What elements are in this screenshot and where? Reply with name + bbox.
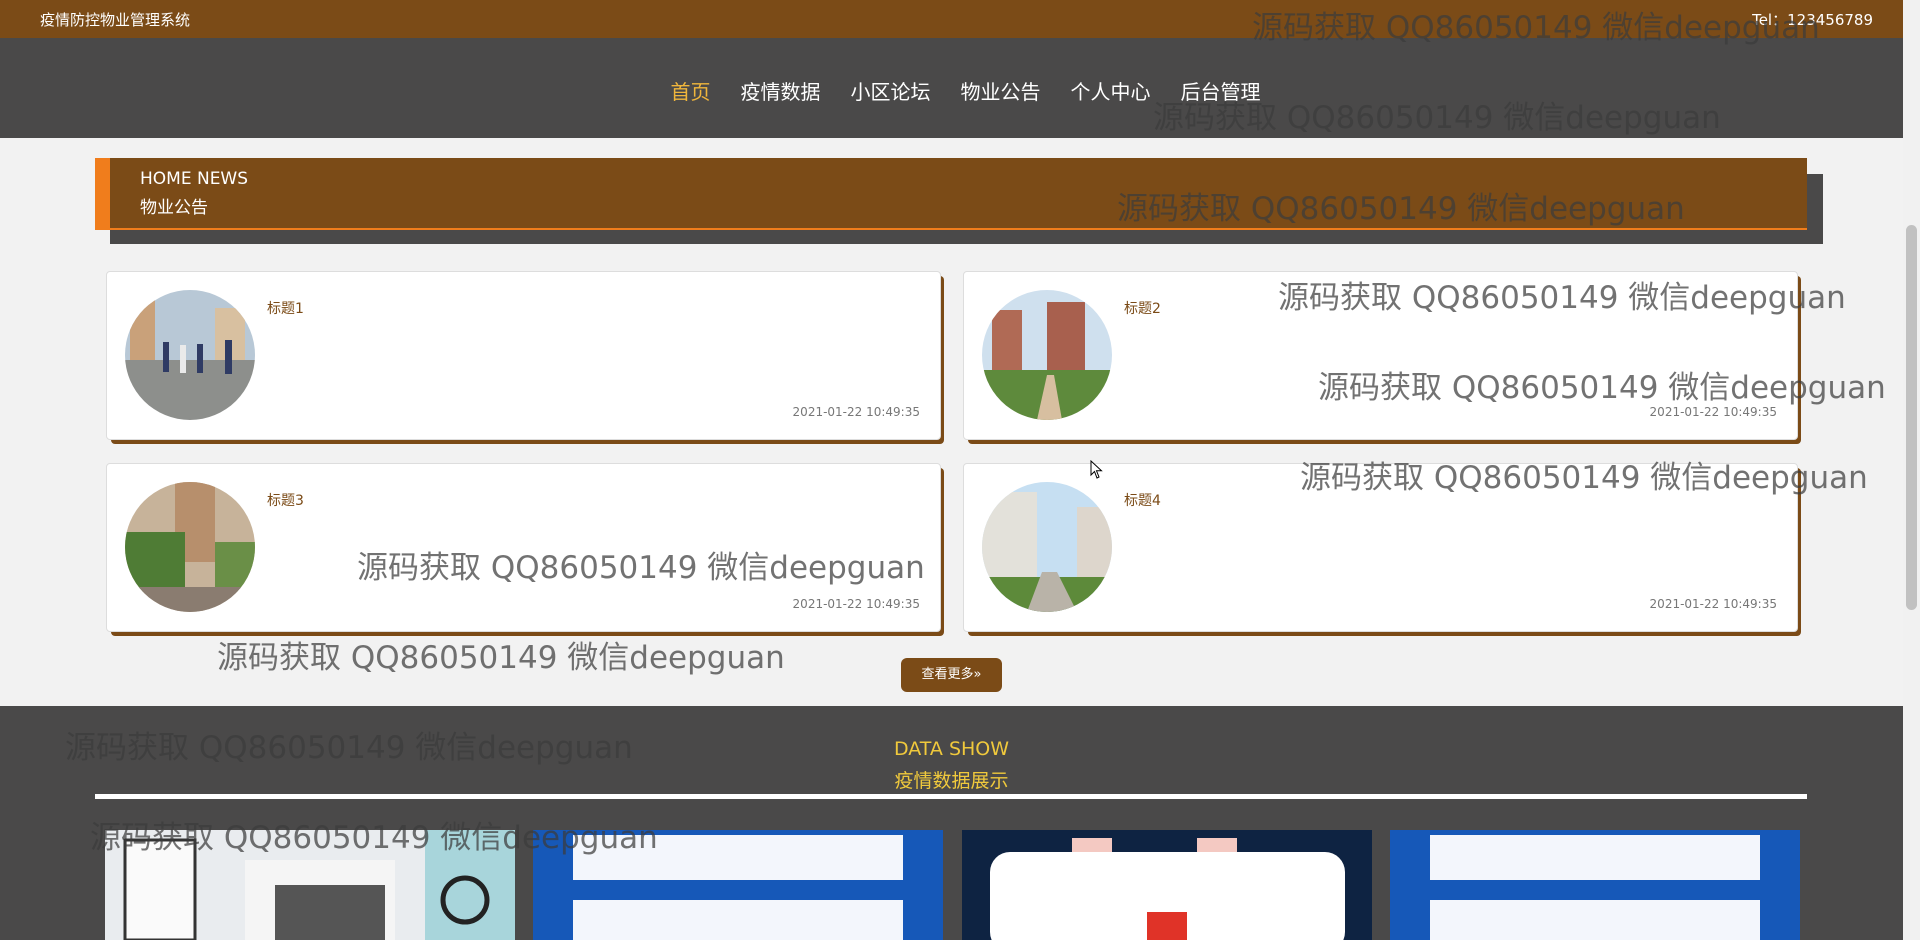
- scrollbar-thumb[interactable]: [1906, 225, 1917, 610]
- news-card[interactable]: 标题3 2021-01-22 10:49:35: [106, 463, 941, 632]
- news-title[interactable]: 标题1: [267, 298, 304, 318]
- page-scrollbar[interactable]: [1903, 0, 1920, 940]
- nav-home[interactable]: 首页: [656, 76, 726, 105]
- watermark-text: 源码获取 QQ86050149 微信deepguan: [217, 640, 785, 676]
- nav-profile[interactable]: 个人中心: [1056, 76, 1166, 105]
- data-show-title-cn: 疫情数据展示: [894, 770, 1009, 792]
- data-tile-image[interactable]: [533, 830, 943, 940]
- section-title-cn: 物业公告: [140, 198, 208, 218]
- news-title[interactable]: 标题2: [1124, 298, 1161, 318]
- site-title: 疫情防控物业管理系统: [40, 11, 191, 29]
- news-date: 2021-01-22 10:49:35: [1649, 405, 1777, 419]
- section-header: HOME NEWS 物业公告: [95, 158, 1807, 230]
- nav-forum[interactable]: 小区论坛: [836, 76, 946, 105]
- news-thumbnail: [125, 290, 255, 420]
- top-bar: 疫情防控物业管理系统 Tel：123456789: [0, 0, 1903, 38]
- nav-admin[interactable]: 后台管理: [1166, 76, 1276, 105]
- data-tile-image[interactable]: [962, 830, 1372, 940]
- data-tile-image[interactable]: [1390, 830, 1800, 940]
- news-date: 2021-01-22 10:49:35: [1649, 597, 1777, 611]
- nav-notice[interactable]: 物业公告: [946, 76, 1056, 105]
- news-date: 2021-01-22 10:49:35: [792, 405, 920, 419]
- main-nav: 首页 疫情数据 小区论坛 物业公告 个人中心 后台管理: [0, 38, 1903, 138]
- news-thumbnail: [125, 482, 255, 612]
- nav-epidemic-data[interactable]: 疫情数据: [726, 76, 836, 105]
- view-more-button[interactable]: 查看更多»: [901, 658, 1002, 692]
- contact-tel: Tel：123456789: [1752, 11, 1873, 29]
- divider: [95, 794, 1807, 799]
- news-title[interactable]: 标题4: [1124, 490, 1161, 510]
- section-title-en: HOME NEWS: [140, 169, 249, 189]
- data-show-section: DATA SHOW 疫情数据展示: [0, 706, 1903, 940]
- news-card[interactable]: 标题2 2021-01-22 10:49:35: [963, 271, 1798, 440]
- news-thumbnail: [982, 482, 1112, 612]
- news-card[interactable]: 标题4 2021-01-22 10:49:35: [963, 463, 1798, 632]
- news-date: 2021-01-22 10:49:35: [792, 597, 920, 611]
- data-tile-image[interactable]: [105, 830, 515, 940]
- news-title[interactable]: 标题3: [267, 490, 304, 510]
- data-show-title-en: DATA SHOW: [893, 738, 1010, 760]
- mouse-cursor-icon: [1090, 460, 1103, 479]
- news-card[interactable]: 标题1 2021-01-22 10:49:35: [106, 271, 941, 440]
- news-thumbnail: [982, 290, 1112, 420]
